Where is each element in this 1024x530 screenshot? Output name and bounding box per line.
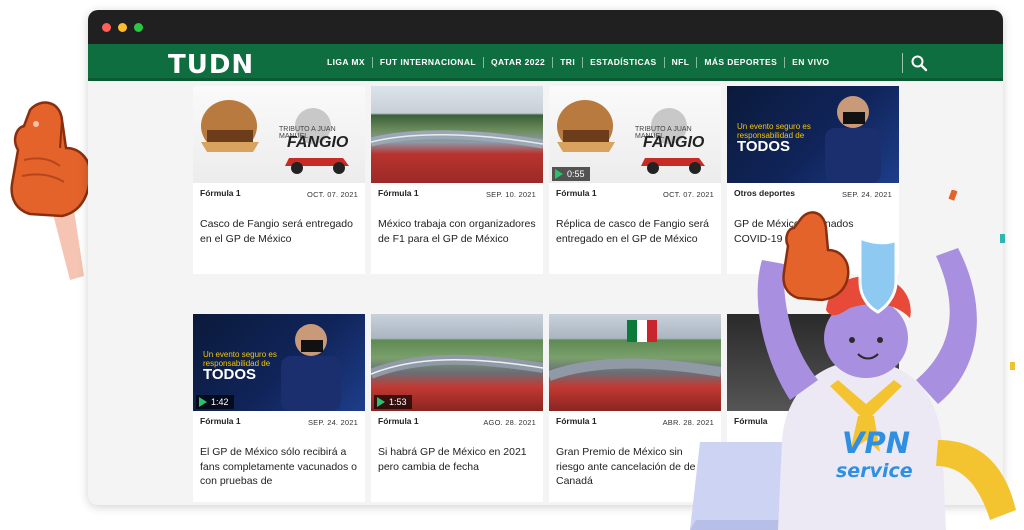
minimize-window-button[interactable] [118, 22, 127, 32]
video-duration: 1:42 [211, 397, 229, 407]
close-window-button[interactable] [102, 22, 111, 32]
stage: TUDN LIGA MX FUT INTERNACIONAL QATAR 202… [0, 0, 1024, 530]
thumb-line-3: TODOS [737, 138, 791, 155]
article-title[interactable]: México trabaja con organizadores de F1 p… [371, 217, 543, 246]
video-duration: 0:55 [567, 169, 585, 179]
nav-qatar-2022[interactable]: QATAR 2022 [482, 57, 552, 68]
site-navbar: TUDN LIGA MX FUT INTERNACIONAL QATAR 202… [88, 44, 1003, 81]
article-category: Fórmula 1 [556, 416, 597, 426]
main-nav: LIGA MX FUT INTERNACIONAL QATAR 2022 TRI… [320, 44, 836, 81]
article-thumbnail: Un evento seguro es responsabilidad de T… [193, 314, 365, 411]
nav-fut-internacional[interactable]: FUT INTERNACIONAL [371, 57, 483, 68]
nav-liga-mx[interactable]: LIGA MX [320, 57, 372, 68]
vpn-badge-line-2: service [836, 460, 913, 482]
tudn-logo[interactable]: TUDN [168, 50, 254, 80]
article-card[interactable]: Fórmula 1 SEP. 10. 2021 México trabaja co… [371, 86, 543, 274]
maximize-window-button[interactable] [134, 22, 143, 32]
search-icon[interactable] [910, 54, 928, 72]
nav-mas-deportes[interactable]: MÁS DEPORTES [696, 57, 784, 68]
play-icon [377, 397, 385, 407]
article-card[interactable]: 1:53 Fórmula 1 AGO. 28. 2021 Si habrá GP … [371, 314, 543, 502]
thumb-line-1: Un evento seguro es [737, 122, 811, 131]
nav-en-vivo[interactable]: EN VIVO [784, 57, 836, 68]
article-thumbnail: TRIBUTO A JUAN MANUEL FANGIO [193, 86, 365, 183]
article-category: Fórmula 1 [200, 188, 241, 198]
thumb-text: FANGIO [643, 134, 705, 151]
video-duration: 1:53 [389, 397, 407, 407]
thumb-text: FANGIO [287, 134, 349, 151]
article-date: OCT. 07. 2021 [307, 190, 358, 199]
play-icon [555, 169, 563, 179]
racetrack-illustration [371, 130, 543, 149]
play-icon [199, 397, 207, 407]
nav-estadisticas[interactable]: ESTADÍSTICAS [582, 57, 664, 68]
article-thumbnail: Un evento seguro es responsabilidad de T… [727, 86, 899, 183]
article-card[interactable]: TRIBUTO A JUAN MANUEL FANGIO Fórmula 1 OC… [193, 86, 365, 274]
browser-titlebar [88, 10, 1003, 44]
article-thumbnail [371, 86, 543, 183]
video-duration-badge[interactable]: 1:42 [196, 395, 234, 409]
article-category: Fórmula 1 [378, 188, 419, 198]
article-title[interactable]: El GP de México sólo recibirá a fans com… [193, 445, 365, 489]
article-category: Fórmula 1 [378, 416, 419, 426]
article-title[interactable]: Casco de Fangio será entregado en el GP … [193, 217, 365, 246]
nav-tri[interactable]: TRI [552, 57, 582, 68]
video-duration-badge[interactable]: 0:55 [552, 167, 590, 181]
article-title[interactable]: Si habrá GP de México en 2021 pero cambi… [371, 445, 543, 474]
thumb-line-3: TODOS [203, 366, 257, 383]
vpn-badge-line-1: VPN [842, 426, 910, 460]
article-thumbnail: 1:53 [371, 314, 543, 411]
article-date: SEP. 24. 2021 [307, 418, 358, 427]
article-thumbnail: TRIBUTO A JUAN MANUEL FANGIO 0:55 [549, 86, 721, 183]
article-date: SEP. 10. 2021 [485, 190, 536, 199]
article-date: AGO. 28. 2021 [483, 418, 536, 427]
article-category: Fórmula 1 [556, 188, 597, 198]
nav-nfl[interactable]: NFL [663, 57, 697, 68]
video-duration-badge[interactable]: 1:53 [374, 395, 412, 409]
article-category: Fórmula 1 [200, 416, 241, 426]
article-card[interactable]: Un evento seguro es responsabilidad de T… [193, 314, 365, 502]
search-divider [902, 53, 903, 73]
thumb-line-1: Un evento seguro es [203, 350, 277, 359]
foam-finger-left-illustration [10, 101, 92, 280]
